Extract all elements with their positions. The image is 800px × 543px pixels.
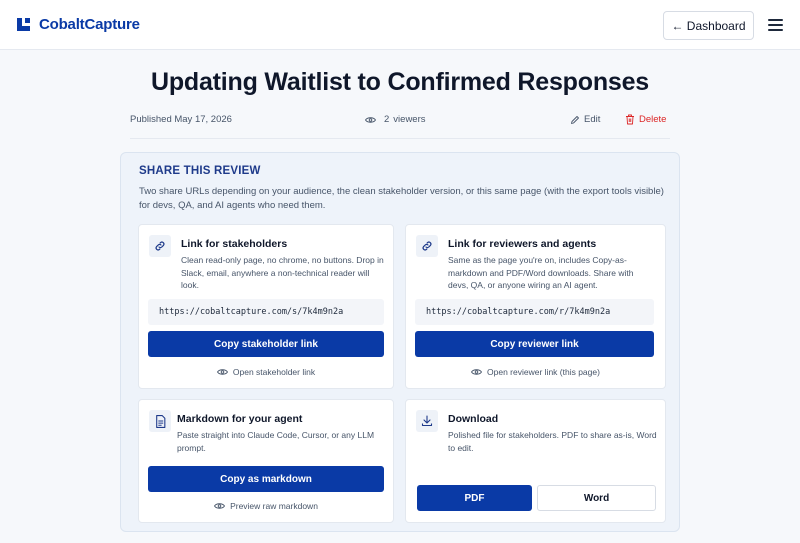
brand-name: CobaltCapture [39,16,140,33]
open-reviewer-link[interactable]: Open reviewer link (this page) [406,367,665,377]
document-icon [149,410,171,432]
eye-icon [216,369,228,375]
viewers-number: 2 [384,114,390,125]
eye-icon [365,116,376,123]
stakeholder-url-field[interactable]: https://cobaltcapture.com/s/7k4m9n2a [148,299,384,325]
divider [130,138,670,139]
stakeholder-card-title: Link for stakeholders [181,238,288,250]
download-card-title: Download [448,413,499,425]
download-word-button[interactable]: Word [537,485,656,511]
reviewer-card-title: Link for reviewers and agents [448,238,597,250]
pencil-icon [571,115,579,124]
trash-icon [626,114,634,125]
stakeholder-link-card: Link for stakeholders Clean read-only pa… [138,224,394,389]
viewers-count: 2 viewers [365,114,426,125]
edit-button[interactable]: Edit [570,114,600,125]
stakeholder-card-description: Clean read-only page, no chrome, no butt… [181,255,384,290]
share-heading: SHARE THIS REVIEW [139,165,261,177]
published-date: Published May 17, 2026 [130,114,232,125]
download-card-description: Polished file for stakeholders. PDF to s… [448,430,657,453]
markdown-card-title: Markdown for your agent [177,413,303,425]
meta-row: Published May 17, 2026 2 viewers Edit De… [130,114,670,128]
reviewer-url-field[interactable]: https://cobaltcapture.com/r/7k4m9n2a [415,299,654,325]
open-reviewer-link-label: Open reviewer link (this page) [487,367,600,377]
share-description: Two share URLs depending on your audienc… [139,186,664,211]
reviewer-link-card: Link for reviewers and agents Same as th… [405,224,666,389]
link-icon [149,235,171,257]
download-icon [416,410,438,432]
download-card: Download Polished file for stakeholders.… [405,399,666,523]
markdown-card: Markdown for your agent Paste straight i… [138,399,394,523]
eye-icon [471,369,483,375]
copy-as-markdown-button[interactable]: Copy as markdown [148,466,384,492]
delete-label: Delete [639,114,667,125]
viewers-label: viewers [393,114,426,125]
brand-logo[interactable]: CobaltCapture [17,16,140,33]
hamburger-menu-icon[interactable] [768,19,783,31]
open-stakeholder-link[interactable]: Open stakeholder link [139,367,393,377]
preview-raw-markdown-label: Preview raw markdown [230,501,318,511]
logo-mark-icon [17,18,30,31]
top-bar: CobaltCapture ← Dashboard [0,0,800,50]
page-title: Updating Waitlist to Confirmed Responses [150,68,650,96]
copy-stakeholder-link-button[interactable]: Copy stakeholder link [148,331,384,357]
delete-button[interactable]: Delete [625,114,666,125]
edit-label: Edit [584,114,601,125]
download-pdf-button[interactable]: PDF [417,485,532,511]
dashboard-button[interactable]: ← Dashboard [663,11,754,40]
open-stakeholder-link-label: Open stakeholder link [232,367,316,377]
link-icon [416,235,438,257]
reviewer-card-description: Same as the page you're on, includes Cop… [448,255,634,290]
markdown-card-description: Paste straight into Claude Code, Cursor,… [177,430,375,453]
copy-reviewer-link-button[interactable]: Copy reviewer link [415,331,654,357]
preview-raw-markdown-link[interactable]: Preview raw markdown [139,501,393,511]
share-panel: SHARE THIS REVIEW Two share URLs dependi… [120,152,680,532]
eye-icon [214,503,226,509]
